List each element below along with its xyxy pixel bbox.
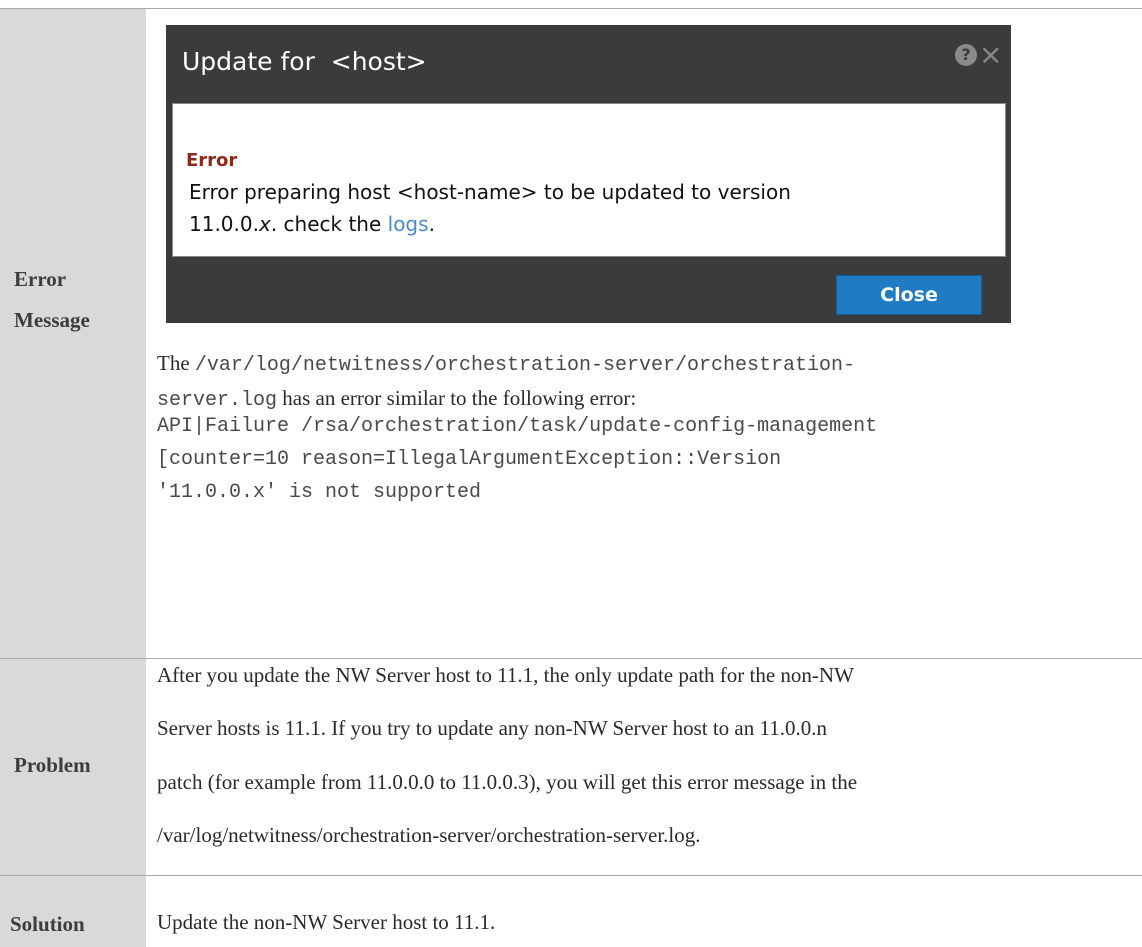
problem-line: After you update the NW Server host to 1… [157, 663, 854, 687]
close-icon[interactable]: × [979, 41, 1002, 69]
error-description: The /var/log/netwitness/orchestration-se… [157, 347, 1137, 417]
error-message-version: 11.0.0. [189, 212, 259, 236]
row-label-error-line2: Message [14, 308, 90, 332]
row-content-cell: Update for <host> ? × Error Error prepar… [157, 9, 1142, 658]
problem-line: patch (for example from 11.0.0.0 to 11.0… [157, 770, 858, 794]
row-label-cell: Problem [0, 659, 146, 875]
dialog-title: Update for <host> [182, 47, 427, 76]
row-label-cell: Error Message [0, 9, 146, 658]
table-row-problem: Problem After you update the NW Server h… [0, 659, 1142, 875]
code-line: [counter=10 reason=IllegalArgumentExcept… [157, 448, 782, 471]
problem-line: /var/log/netwitness/orchestration-server… [157, 823, 701, 847]
table-row-error-message: Error Message Update for <host> ? × Erro… [0, 9, 1142, 658]
error-log-code: API|Failure /rsa/orchestration/task/upda… [157, 410, 1137, 509]
row-content-cell: Update the non-NW Server host to 11.1. [157, 876, 1142, 947]
dialog-title-icons: ? × [955, 41, 1002, 69]
logs-link[interactable]: logs [388, 212, 429, 236]
row-content-cell: After you update the NW Server host to 1… [157, 659, 1142, 875]
error-message-version-var: x [258, 212, 271, 236]
code-line: '11.0.0.x' is not supported [157, 481, 482, 504]
log-path-line1: /var/log/netwitness/orchestration-server… [194, 354, 856, 377]
close-button[interactable]: Close [836, 275, 982, 315]
error-message-text: Error preparing host <host-name> to be u… [189, 176, 969, 240]
problem-line: Server hosts is 11.1. If you try to upda… [157, 716, 827, 740]
table-row-solution: Solution Update the non-NW Server host t… [0, 876, 1142, 947]
error-message-end: . [428, 212, 435, 236]
row-label-problem: Problem [14, 753, 91, 777]
error-message-line1: Error preparing host <host-name> to be u… [189, 180, 791, 204]
row-label-error-line1: Error [14, 267, 67, 291]
error-heading: Error [186, 150, 238, 171]
description-prefix: The [157, 351, 195, 375]
description-suffix: has an error similar to the following er… [277, 386, 637, 410]
row-label-cell: Solution [0, 876, 146, 947]
error-dialog-screenshot: Update for <host> ? × Error Error prepar… [166, 25, 1011, 323]
code-line: API|Failure /rsa/orchestration/task/upda… [157, 415, 878, 438]
dialog-body: Error Error preparing host <host-name> t… [172, 103, 1006, 257]
row-label-solution: Solution [10, 912, 85, 936]
solution-text: Update the non-NW Server host to 11.1. [157, 910, 496, 934]
help-icon[interactable]: ? [955, 44, 977, 66]
error-message-check: . check the [270, 212, 388, 236]
log-path-line2: server.log [157, 389, 278, 412]
